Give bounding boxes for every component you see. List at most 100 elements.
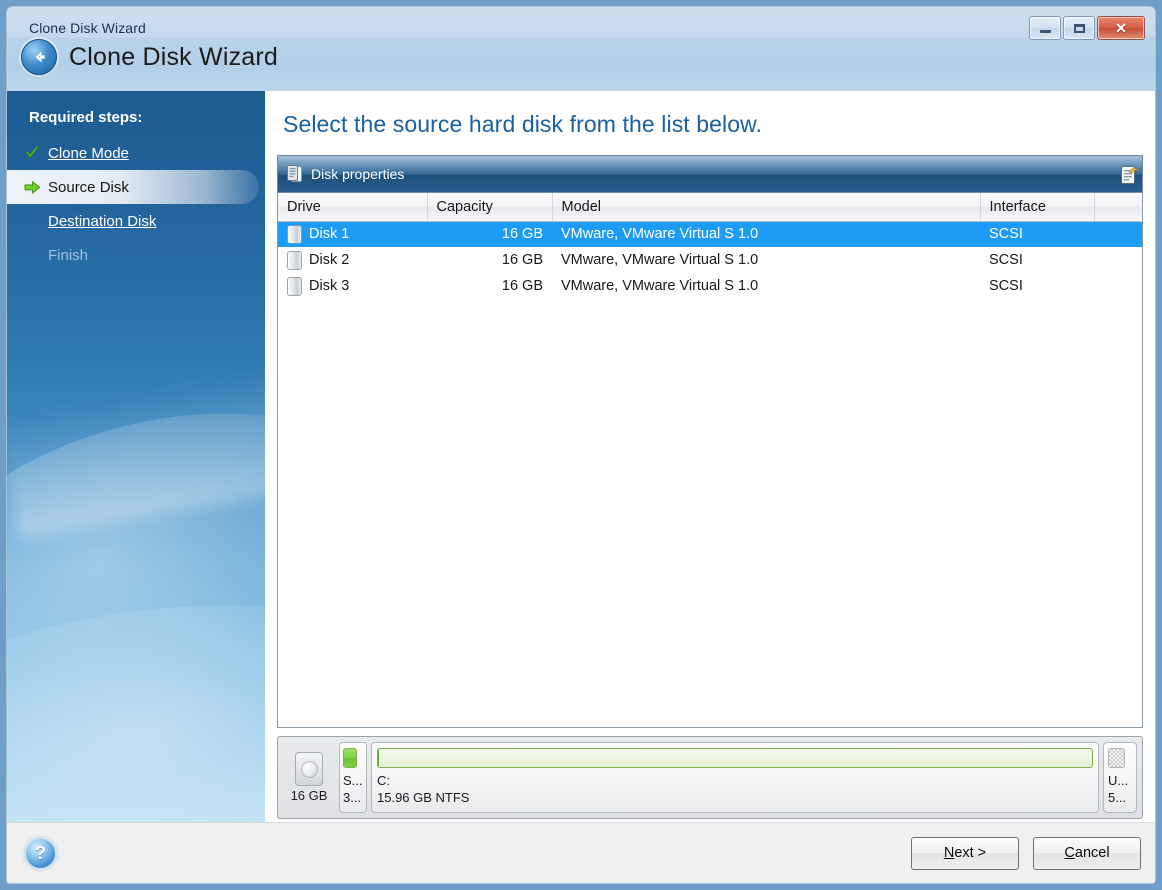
main-content: Select the source hard disk from the lis… <box>265 91 1155 847</box>
minimize-button[interactable] <box>1029 16 1061 40</box>
next-button[interactable]: Next > <box>911 836 1019 870</box>
disk-selection-panel: Disk properties Drive Capacity Model Int… <box>277 155 1143 847</box>
partition-bar-green-small <box>343 747 357 768</box>
cell-capacity: 16 GB <box>501 252 543 268</box>
cell-interface: SCSI <box>989 278 1023 294</box>
next-accel: N <box>943 845 955 861</box>
close-button[interactable]: ✕ <box>1097 16 1145 40</box>
drive-label: Disk 1 <box>309 226 350 243</box>
drive-label: Disk 3 <box>309 278 350 294</box>
table-row[interactable]: Disk 3 16 GB VMware, VMware Virtual S 1.… <box>278 273 1142 299</box>
content-heading: Select the source hard disk from the lis… <box>283 111 763 137</box>
sidebar-item-destination-disk[interactable]: Destination Disk <box>7 204 265 238</box>
cell-model: VMware, VMware Virtual S 1.0 <box>561 278 759 294</box>
table-row[interactable]: Disk 2 16 GB VMware, VMware Virtual S 1.… <box>278 247 1142 273</box>
cell-drive: Disk 2 <box>278 247 427 273</box>
cell-drive: Disk 3 <box>278 273 427 299</box>
title-bar: Clone Disk Wizard ✕ Clone Disk Wizard <box>7 7 1155 92</box>
sidebar-item-label: Finish <box>48 246 89 264</box>
window-body: Required steps: Clone Mode Source Disk D… <box>7 91 1155 847</box>
help-icon: ? <box>35 843 46 863</box>
disk-properties-icon-right[interactable] <box>1118 164 1140 184</box>
table-header: Drive Capacity Model Interface <box>278 193 1142 222</box>
partition-usage-fill <box>378 748 379 766</box>
cancel-button[interactable]: Cancel <box>1033 836 1141 870</box>
cancel-label: ancel <box>1074 845 1110 861</box>
cell-interface: SCSI <box>989 252 1023 268</box>
partition-bar-slot <box>1108 747 1132 768</box>
cell-capacity: 16 GB <box>501 278 543 294</box>
partition-usage-bar <box>377 747 1093 768</box>
cell-model: VMware, VMware Virtual S 1.0 <box>552 221 980 247</box>
disk-properties-label: Disk properties <box>311 166 405 182</box>
partition-system-reserved[interactable]: S... 3... <box>339 742 367 813</box>
cancel-accel: C <box>1064 845 1075 861</box>
cell-drive: Disk 1 <box>278 221 427 247</box>
sidebar-item-label: Destination Disk <box>48 212 157 230</box>
partition-label: S... <box>343 773 363 788</box>
table-header-row: Drive Capacity Model Interface <box>278 193 1142 222</box>
disk-list[interactable]: Drive Capacity Model Interface Disk 1 16… <box>277 192 1143 728</box>
partition-c[interactable]: C: 15.96 GB NTFS <box>371 742 1099 813</box>
disk-properties-button[interactable]: Disk properties <box>286 164 404 184</box>
clone-disk-wizard-window: Clone Disk Wizard ✕ Clone Disk Wizard Re… <box>6 6 1156 884</box>
column-header-interface[interactable]: Interface <box>980 193 1095 222</box>
arrow-right-icon <box>23 178 41 196</box>
hard-disk-icon <box>295 752 323 786</box>
sidebar-item-clone-mode[interactable]: Clone Mode <box>7 136 265 170</box>
disk-properties-toolbar: Disk properties <box>277 155 1143 192</box>
disk-icon <box>287 224 302 244</box>
next-label: ext > <box>954 845 987 861</box>
disk-map-disk: 16 GB <box>283 742 335 813</box>
cell-model: VMware, VMware Virtual S 1.0 <box>561 252 759 268</box>
minimize-icon <box>1039 30 1051 33</box>
disk-icon <box>287 276 302 296</box>
maximize-icon <box>1073 23 1085 33</box>
required-steps-sidebar: Required steps: Clone Mode Source Disk D… <box>7 91 265 824</box>
required-steps-title: Required steps: <box>29 109 143 126</box>
sidebar-item-label: Clone Mode <box>48 144 129 162</box>
partition-bar-slot <box>343 747 363 768</box>
back-button[interactable] <box>21 39 57 75</box>
sidebar-item-label: Source Disk <box>48 178 129 196</box>
column-header-drive[interactable]: Drive <box>278 193 428 222</box>
partition-size: 15.96 GB NTFS <box>377 790 470 805</box>
sidebar-item-source-disk[interactable]: Source Disk <box>7 170 259 204</box>
close-icon: ✕ <box>1115 20 1127 36</box>
cell-capacity: 16 GB <box>427 221 552 247</box>
steps-list: Clone Mode Source Disk Destination Disk … <box>7 136 265 272</box>
partition-size: 3... <box>343 790 362 805</box>
column-header-model[interactable]: Model <box>552 193 981 222</box>
disk-icon <box>287 250 302 270</box>
window-controls: ✕ <box>1029 16 1145 40</box>
help-button[interactable]: ? <box>25 837 56 869</box>
disk-map-disk-size: 16 GB <box>290 788 328 803</box>
window-caption: Clone Disk Wizard <box>29 20 146 36</box>
check-icon <box>23 144 41 162</box>
maximize-button[interactable] <box>1063 16 1095 40</box>
partition-bar-slot <box>377 747 1093 768</box>
partition-unallocated[interactable]: U... 5... <box>1103 742 1137 813</box>
table-row[interactable]: Disk 1 16 GB VMware, VMware Virtual S 1.… <box>278 221 1142 247</box>
partition-label: C: <box>377 773 390 788</box>
disk-properties-icon <box>286 164 304 184</box>
column-header-extra[interactable] <box>1094 193 1142 222</box>
partition-label: U... <box>1108 773 1129 788</box>
column-header-capacity[interactable]: Capacity <box>427 193 553 222</box>
wizard-header: Clone Disk Wizard <box>7 39 278 75</box>
table-body: Disk 1 16 GB VMware, VMware Virtual S 1.… <box>278 221 1142 299</box>
page-title: Clone Disk Wizard <box>69 42 279 71</box>
partition-bar-hatch <box>1108 747 1125 768</box>
cell-extra <box>1094 221 1142 247</box>
back-arrow-icon <box>35 51 45 63</box>
partition-size: 5... <box>1108 790 1127 805</box>
sidebar-item-finish: Finish <box>7 238 265 272</box>
dialog-footer: ? Next > Cancel <box>7 822 1155 883</box>
cell-extra <box>1094 273 1142 299</box>
drive-label: Disk 2 <box>309 252 350 268</box>
cell-extra <box>1094 247 1142 273</box>
cell-interface: SCSI <box>980 221 1094 247</box>
disk-map[interactable]: 16 GB S... 3... C: 15.96 GB NTFS U... 5.… <box>277 736 1143 819</box>
platter-icon <box>300 760 318 778</box>
disk-table: Drive Capacity Model Interface Disk 1 16… <box>278 193 1142 299</box>
